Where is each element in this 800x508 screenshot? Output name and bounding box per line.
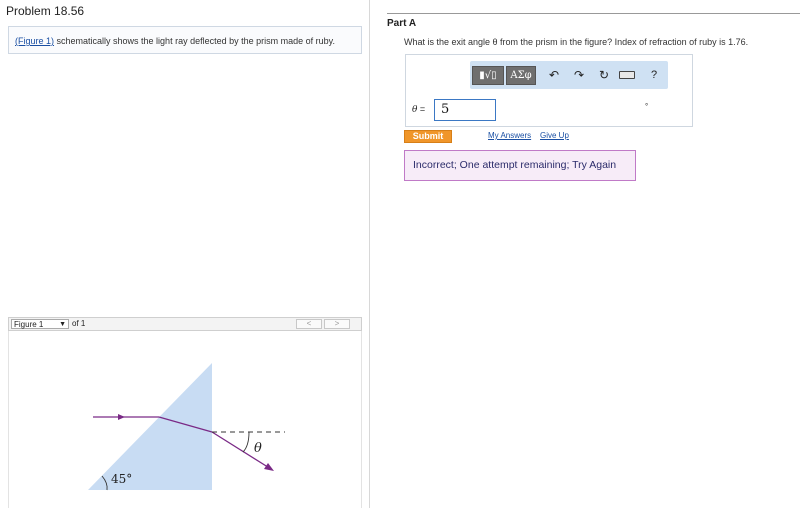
previous-figure-button[interactable]: <: [296, 319, 322, 329]
unit-label: °: [645, 102, 649, 111]
problem-title: Problem 18.56: [6, 4, 85, 18]
templates-button[interactable]: ▮√▯: [472, 66, 504, 85]
incident-ray-arrow-icon: [118, 414, 125, 420]
angle-label: 45°: [111, 472, 132, 486]
my-answers-link[interactable]: My Answers: [488, 131, 531, 140]
divider: [387, 13, 800, 14]
give-up-link[interactable]: Give Up: [540, 131, 569, 140]
chevron-down-icon: ▼: [59, 321, 66, 328]
answer-variable-label: θ =: [412, 104, 425, 115]
keyboard-icon[interactable]: [619, 71, 635, 79]
symbols-button[interactable]: ΑΣφ: [506, 66, 536, 85]
theta-arc: [242, 431, 250, 453]
feedback-message: Incorrect; One attempt remaining; Try Ag…: [404, 150, 636, 181]
math-toolbar: ▮√▯ ΑΣφ ↶ ↷ ↻ ?: [470, 61, 668, 89]
answer-input[interactable]: 5: [434, 99, 496, 121]
figure-link[interactable]: (Figure 1): [15, 36, 54, 46]
redo-icon[interactable]: ↷: [571, 67, 587, 84]
figure-count: of 1: [72, 319, 86, 328]
help-icon[interactable]: ?: [646, 67, 662, 84]
part-label: Part A: [387, 18, 417, 29]
figure-canvas: θ 45°: [8, 331, 362, 508]
reset-icon[interactable]: ↻: [596, 67, 612, 84]
equals-sign: =: [417, 104, 426, 114]
next-figure-button[interactable]: >: [324, 319, 350, 329]
exit-ray: [211, 431, 272, 470]
figure-select-value: Figure 1: [14, 320, 44, 329]
figure-navigation-bar: Figure 1 ▼ of 1 < >: [8, 317, 362, 331]
undo-icon[interactable]: ↶: [546, 67, 562, 84]
submit-button[interactable]: Submit: [404, 130, 452, 143]
exit-ray-arrow-icon: [264, 463, 274, 471]
problem-panel: Problem 18.56 (Figure 1) schematically s…: [0, 0, 370, 508]
question-text: What is the exit angle θ from the prism …: [404, 37, 749, 47]
theta-symbol: θ: [254, 441, 262, 456]
intro-text: schematically shows the light ray deflec…: [54, 36, 335, 46]
figure-select[interactable]: Figure 1 ▼: [11, 319, 69, 329]
prism-diagram: θ 45°: [88, 363, 285, 491]
answer-box: ▮√▯ ΑΣφ ↶ ↷ ↻ ? θ = 5 °: [405, 54, 693, 127]
problem-intro: (Figure 1) schematically shows the light…: [8, 26, 362, 54]
question-panel: Part A What is the exit angle θ from the…: [370, 0, 800, 508]
